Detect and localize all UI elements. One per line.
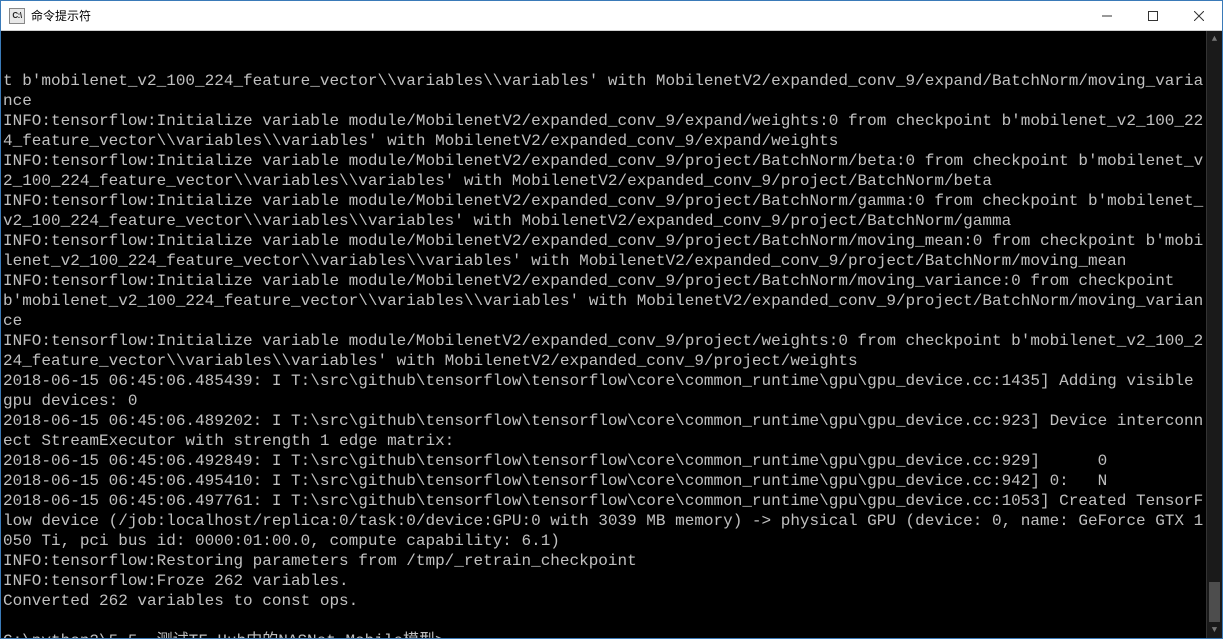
terminal-line: t b'mobilenet_v2_100_224_feature_vector\… (3, 71, 1204, 111)
terminal-line: INFO:tensorflow:Initialize variable modu… (3, 191, 1204, 231)
scroll-down-icon[interactable]: ▼ (1207, 622, 1222, 638)
scroll-thumb[interactable] (1209, 582, 1220, 622)
terminal-line: G:\python3\5-5 测试TF-Hub中的NASNet_Mobile模型… (3, 631, 1204, 638)
terminal-line: 2018-06-15 06:45:06.495410: I T:\src\git… (3, 471, 1204, 491)
close-button[interactable] (1176, 1, 1222, 30)
terminal-line: INFO:tensorflow:Initialize variable modu… (3, 151, 1204, 191)
terminal-line: INFO:tensorflow:Restoring parameters fro… (3, 551, 1204, 571)
window-controls (1084, 1, 1222, 30)
terminal-line: INFO:tensorflow:Initialize variable modu… (3, 231, 1204, 271)
titlebar[interactable]: C:\ 命令提示符 (1, 1, 1222, 31)
terminal-line: 2018-06-15 06:45:06.489202: I T:\src\git… (3, 411, 1204, 451)
terminal-line: INFO:tensorflow:Initialize variable modu… (3, 271, 1204, 331)
scroll-up-icon[interactable]: ▲ (1207, 31, 1222, 47)
terminal-line: 2018-06-15 06:45:06.497761: I T:\src\git… (3, 491, 1204, 551)
terminal-line: 2018-06-15 06:45:06.485439: I T:\src\git… (3, 371, 1204, 411)
terminal-output[interactable]: t b'mobilenet_v2_100_224_feature_vector\… (1, 31, 1222, 638)
maximize-button[interactable] (1130, 1, 1176, 30)
terminal-line: INFO:tensorflow:Froze 262 variables. (3, 571, 1204, 591)
terminal-line: Converted 262 variables to const ops. (3, 591, 1204, 611)
minimize-button[interactable] (1084, 1, 1130, 30)
terminal-line (3, 611, 1204, 631)
terminal-line: 2018-06-15 06:45:06.492849: I T:\src\git… (3, 451, 1204, 471)
terminal-scrollbar[interactable]: ▲ ▼ (1206, 31, 1222, 638)
terminal-line: INFO:tensorflow:Initialize variable modu… (3, 111, 1204, 151)
cmd-icon: C:\ (9, 8, 25, 24)
terminal-line: INFO:tensorflow:Initialize variable modu… (3, 331, 1204, 371)
window-title: 命令提示符 (31, 7, 1084, 24)
command-prompt-window: C:\ 命令提示符 t b'mobilenet_v2_100_224_featu… (0, 0, 1223, 639)
